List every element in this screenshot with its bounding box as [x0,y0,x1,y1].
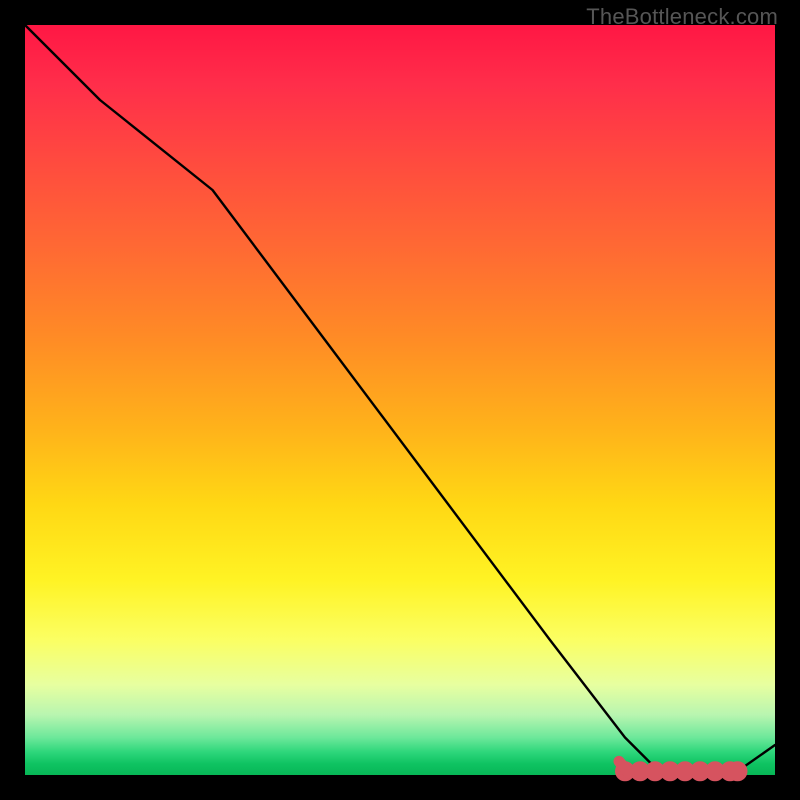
flat-marker-dot [650,766,660,776]
flat-segment-markers [619,761,743,776]
flat-marker-dot [680,766,690,776]
bottleneck-curve-layer [25,25,775,775]
flat-marker-lead [619,761,629,773]
flat-marker-dot [635,766,645,776]
bottleneck-curve [25,25,775,771]
flat-marker-dot [695,766,705,776]
flat-marker-dot [710,766,720,776]
plot-area [25,25,775,775]
flat-marker-dot [665,766,675,776]
chart-frame: TheBottleneck.com [0,0,800,800]
flat-marker-dot [733,766,743,776]
